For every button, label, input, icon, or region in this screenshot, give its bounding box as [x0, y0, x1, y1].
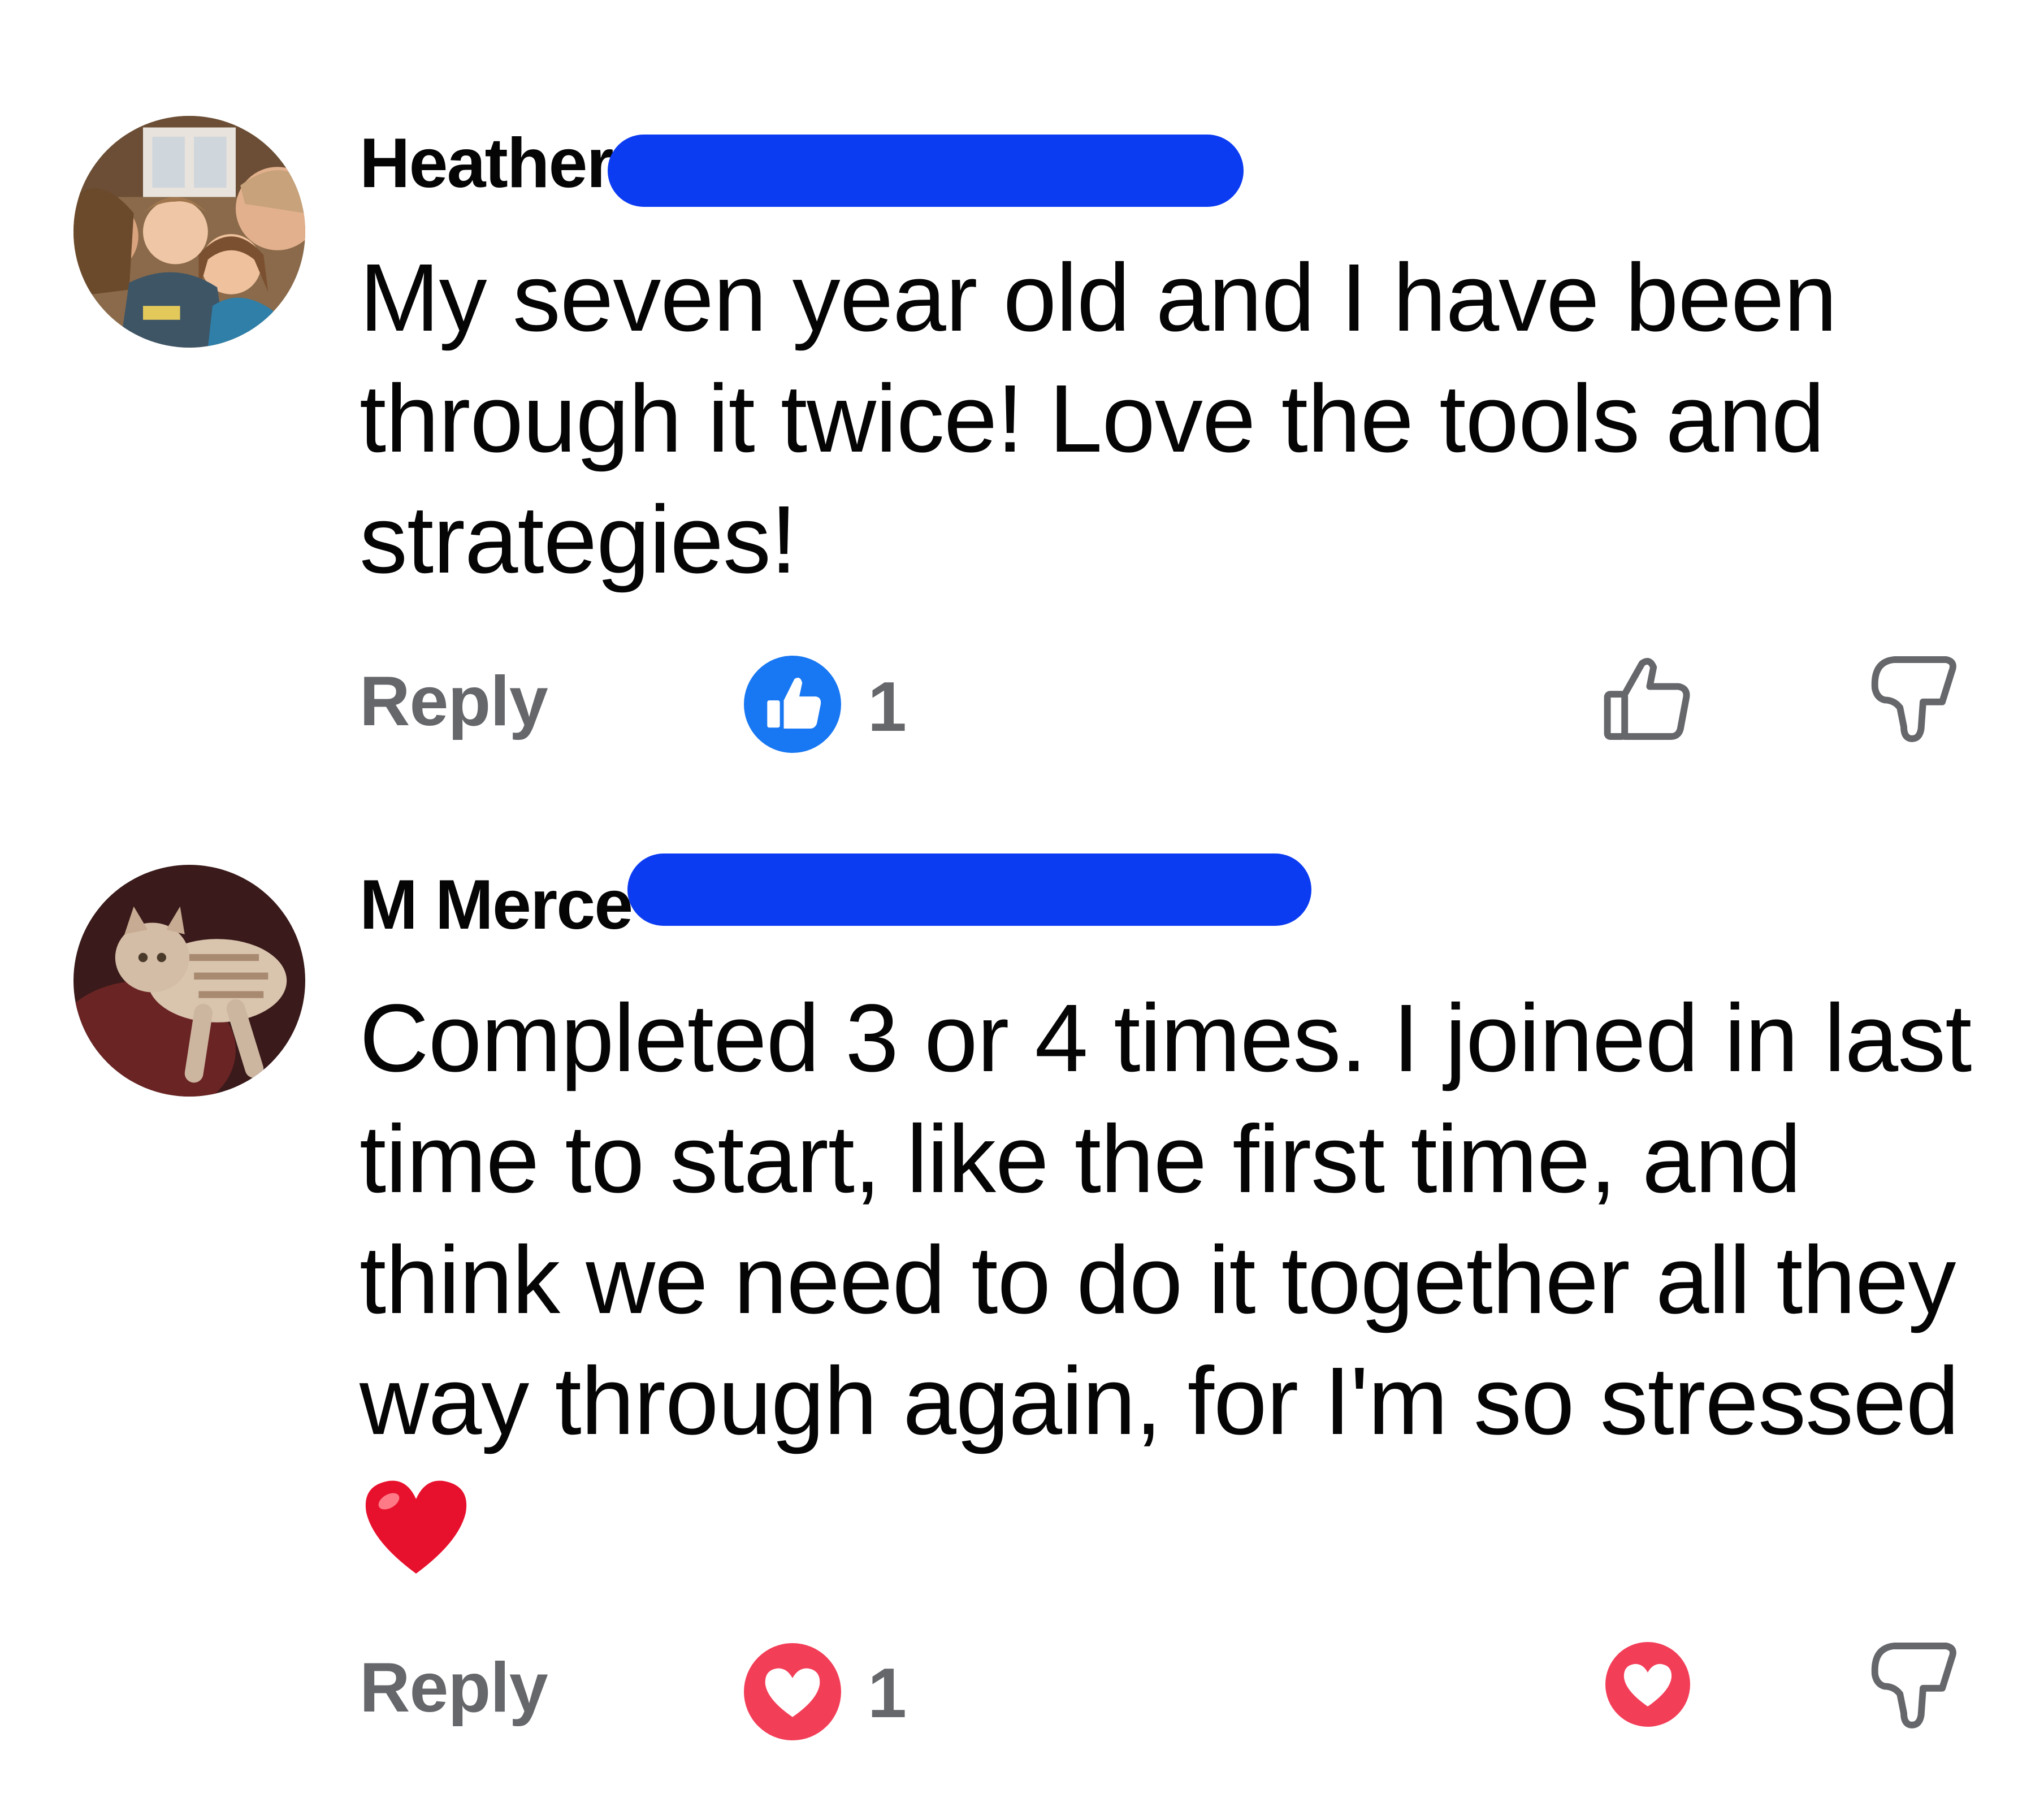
reply-button[interactable]: Reply [360, 1648, 548, 1728]
like-button[interactable] [1600, 650, 1696, 746]
like-reaction-badge[interactable] [744, 656, 841, 753]
like-thumb-icon [744, 656, 841, 753]
love-heart-icon [744, 1643, 841, 1740]
thumbs-down-outline-icon [1871, 1643, 1956, 1728]
avatar[interactable] [73, 116, 305, 348]
reaction-count: 1 [868, 1654, 907, 1732]
reaction-count: 1 [868, 668, 907, 746]
reply-button[interactable]: Reply [360, 661, 548, 742]
cat-photo-avatar-image [73, 865, 305, 1097]
love-button[interactable] [1605, 1642, 1690, 1727]
heart-emoji-icon [360, 1470, 473, 1583]
comment-body: Completed 3 or 4 times. I joined in last… [360, 985, 1972, 1455]
dislike-button[interactable] [1865, 650, 1961, 746]
comment-author-name[interactable]: Heather [360, 123, 614, 203]
comment-actions: Reply 1 [0, 650, 2044, 757]
thumbs-down-outline-icon [1871, 656, 1956, 742]
comment-actions: Reply 1 [0, 1636, 2044, 1744]
avatar[interactable] [73, 865, 305, 1097]
dislike-button[interactable] [1865, 1636, 1961, 1732]
redaction-bar [627, 853, 1311, 926]
comment-body: My seven year old and I have been throug… [360, 244, 1837, 593]
love-heart-icon [1605, 1642, 1690, 1727]
love-reaction-badge[interactable] [744, 1643, 841, 1740]
family-photo-avatar-image [73, 116, 305, 348]
comment-author-name[interactable]: M Merce [360, 865, 633, 945]
thumbs-up-outline-icon [1604, 658, 1690, 740]
redaction-bar [608, 135, 1244, 207]
